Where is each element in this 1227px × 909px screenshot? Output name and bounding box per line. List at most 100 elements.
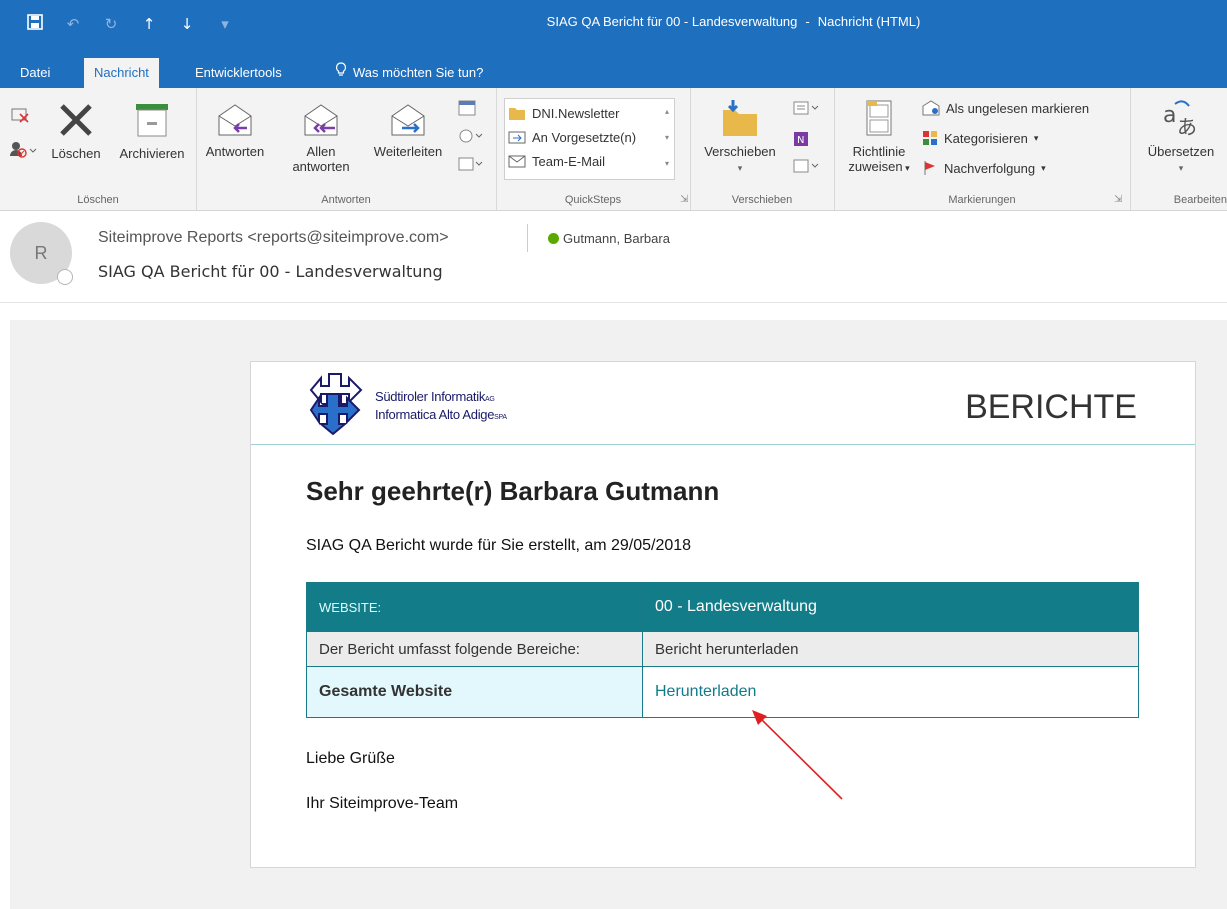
siag-logo-text: Südtiroler InformatikAG Informatica Alto… bbox=[375, 389, 507, 425]
header-divider bbox=[527, 224, 528, 252]
svg-text:a: a bbox=[1163, 103, 1176, 128]
move-folder-icon bbox=[723, 100, 757, 136]
tab-nachricht[interactable]: Nachricht bbox=[84, 58, 159, 88]
forward-mail-icon bbox=[508, 131, 526, 144]
policy-cabinet-icon bbox=[866, 100, 892, 136]
reply-button[interactable]: Antworten bbox=[202, 102, 268, 159]
recipient-name: Gutmann, Barbara bbox=[563, 231, 670, 246]
move-label: Verschieben bbox=[704, 144, 776, 159]
move-button[interactable]: Verschieben ▾ bbox=[698, 98, 782, 174]
table-cell: 00 - Landesverwaltung bbox=[642, 582, 1139, 632]
forward-label: Weiterleiten bbox=[373, 144, 443, 159]
recipient[interactable]: Gutmann, Barbara bbox=[548, 231, 670, 246]
translate-button[interactable]: aあ Übersetzen ▾ bbox=[1136, 98, 1226, 174]
actions-icon[interactable] bbox=[792, 158, 822, 179]
group-label-bearbeiten: Bearbeiten bbox=[1173, 194, 1227, 206]
reply-all-button[interactable]: Allen antworten bbox=[288, 102, 354, 174]
greeting: Sehr geehrte(r) Barbara Gutmann bbox=[306, 476, 720, 506]
tab-datei[interactable]: Datei bbox=[10, 58, 60, 88]
svg-text:N: N bbox=[797, 135, 804, 146]
followup-label: Nachverfolgung bbox=[944, 160, 1036, 176]
report-table: WEBSITE: 00 - Landesverwaltung Der Beric… bbox=[306, 582, 1139, 718]
translate-dropdown-icon[interactable]: ▾ bbox=[1179, 163, 1184, 173]
table-row: Gesamte Website Herunterladen bbox=[306, 666, 1139, 718]
group-markierungen: Richtlinie zuweisen ▾ Als ungelesen mark… bbox=[834, 88, 1131, 210]
window-title-separator: - bbox=[805, 14, 810, 29]
title-bar: ↶ ↻ ↑ ↓ ▾ SIAG QA Bericht für 00 - Lande… bbox=[0, 0, 1227, 50]
logo-line1-suffix: AG bbox=[485, 396, 495, 403]
email-card: Südtiroler InformatikAG Informatica Alto… bbox=[250, 361, 1196, 868]
forward-button[interactable]: Weiterleiten bbox=[368, 102, 448, 159]
tell-me-label: Was möchten Sie tun? bbox=[353, 65, 484, 80]
logo-line2: Informatica Alto Adige bbox=[375, 407, 495, 422]
categorize-dropdown-icon[interactable]: ▾ bbox=[1034, 133, 1039, 144]
categorize-button[interactable]: Kategorisieren ▾ bbox=[922, 130, 1038, 146]
quickstep-item-newsletter[interactable]: DNI.Newsletter bbox=[508, 105, 619, 121]
presence-status-icon bbox=[57, 269, 73, 285]
move-dropdown-icon[interactable]: ▾ bbox=[738, 163, 743, 173]
reply-icon bbox=[218, 104, 252, 136]
quicksteps-up-icon[interactable]: ▴ bbox=[660, 99, 674, 125]
unread-mail-icon bbox=[922, 100, 940, 116]
intro-text: SIAG QA Bericht wurde für Sie erstellt, … bbox=[306, 537, 692, 554]
ribbon: Löschen Archivieren Löschen Antworten Al… bbox=[0, 88, 1227, 211]
archive-button[interactable]: Archivieren bbox=[110, 100, 194, 161]
email-header-title: BERICHTE bbox=[965, 388, 1137, 426]
reply-all-icon bbox=[304, 104, 338, 136]
window-title-mode: Nachricht (HTML) bbox=[817, 14, 921, 29]
group-loeschen: Löschen Archivieren Löschen bbox=[0, 88, 197, 210]
group-label-quicksteps: QuickSteps bbox=[564, 194, 622, 206]
policy-dropdown-icon[interactable]: ▾ bbox=[903, 163, 910, 173]
meeting-reply-icon[interactable] bbox=[458, 100, 476, 121]
table-row: WEBSITE: 00 - Landesverwaltung bbox=[306, 582, 1139, 632]
table-cell: Der Bericht umfasst folgende Bereiche: bbox=[306, 631, 643, 667]
quickstep-item-team[interactable]: Team-E-Mail bbox=[508, 153, 605, 169]
header-separator bbox=[0, 302, 1227, 303]
lightbulb-icon bbox=[335, 58, 347, 88]
group-antworten: Antworten Allen antworten Weiterleiten A… bbox=[196, 88, 497, 210]
reply-all-label-1: Allen bbox=[306, 144, 336, 159]
followup-dropdown-icon[interactable]: ▾ bbox=[1041, 163, 1046, 174]
quicksteps-launcher-icon[interactable]: ⇲ bbox=[680, 194, 688, 205]
group-label-markierungen: Markierungen bbox=[948, 194, 1016, 206]
categorize-label: Kategorisieren bbox=[944, 130, 1028, 146]
group-verschieben: Verschieben ▾ N Verschieben bbox=[690, 88, 835, 210]
onenote-icon[interactable]: N bbox=[792, 130, 810, 153]
closing-text: Liebe Grüße bbox=[306, 750, 395, 767]
quicksteps-scroll[interactable]: ▴ ▾ ▾ bbox=[660, 98, 675, 180]
window-title-text: SIAG QA Bericht für 00 - Landesverwaltun… bbox=[546, 14, 798, 29]
window-title: SIAG QA Bericht für 00 - Landesverwaltun… bbox=[0, 14, 1227, 29]
assign-policy-button[interactable]: Richtlinie zuweisen ▾ bbox=[840, 98, 918, 174]
email-header: Südtiroler InformatikAG Informatica Alto… bbox=[251, 362, 1195, 445]
group-label-verschieben: Verschieben bbox=[731, 194, 793, 206]
quicksteps-more-icon[interactable]: ▾ bbox=[660, 151, 674, 177]
delete-x-icon bbox=[60, 104, 92, 136]
folder-icon bbox=[509, 108, 525, 120]
unread-label: Als ungelesen markieren bbox=[946, 100, 1090, 116]
quickstep-label: DNI.Newsletter bbox=[532, 105, 620, 121]
message-subject: SIAG QA Bericht für 00 - Landesverwaltun… bbox=[98, 262, 443, 281]
ignore-icon[interactable] bbox=[10, 106, 32, 129]
delete-label: Löschen bbox=[51, 146, 101, 161]
junk-icon[interactable] bbox=[8, 140, 38, 163]
quicksteps-down-icon[interactable]: ▾ bbox=[660, 125, 674, 151]
tab-entwicklertools[interactable]: Entwicklertools bbox=[185, 58, 292, 88]
flag-icon bbox=[924, 161, 935, 175]
table-cell: WEBSITE: bbox=[306, 582, 643, 632]
quickstep-label: Team-E-Mail bbox=[532, 153, 605, 169]
sender[interactable]: Siteimprove Reports <reports@siteimprove… bbox=[98, 229, 449, 247]
download-link[interactable]: Herunterladen bbox=[642, 666, 1139, 718]
tell-me-search[interactable]: Was möchten Sie tun? bbox=[325, 58, 493, 88]
more-respond-icon[interactable] bbox=[458, 156, 484, 177]
translate-label: Übersetzen bbox=[1147, 144, 1215, 159]
group-label-antworten: Antworten bbox=[321, 194, 371, 206]
reply-all-label-2: antworten bbox=[292, 159, 350, 174]
delete-button[interactable]: Löschen bbox=[44, 100, 108, 161]
rules-icon[interactable] bbox=[792, 100, 822, 121]
svg-text:あ: あ bbox=[1177, 115, 1197, 138]
siag-logo-icon bbox=[309, 373, 363, 436]
quickstep-item-manager[interactable]: An Vorgesetzte(n) bbox=[508, 129, 636, 145]
mark-unread-button[interactable]: Als ungelesen markieren bbox=[922, 100, 1089, 116]
im-reply-icon[interactable] bbox=[458, 128, 484, 149]
follow-up-button[interactable]: Nachverfolgung ▾ bbox=[922, 160, 1046, 176]
